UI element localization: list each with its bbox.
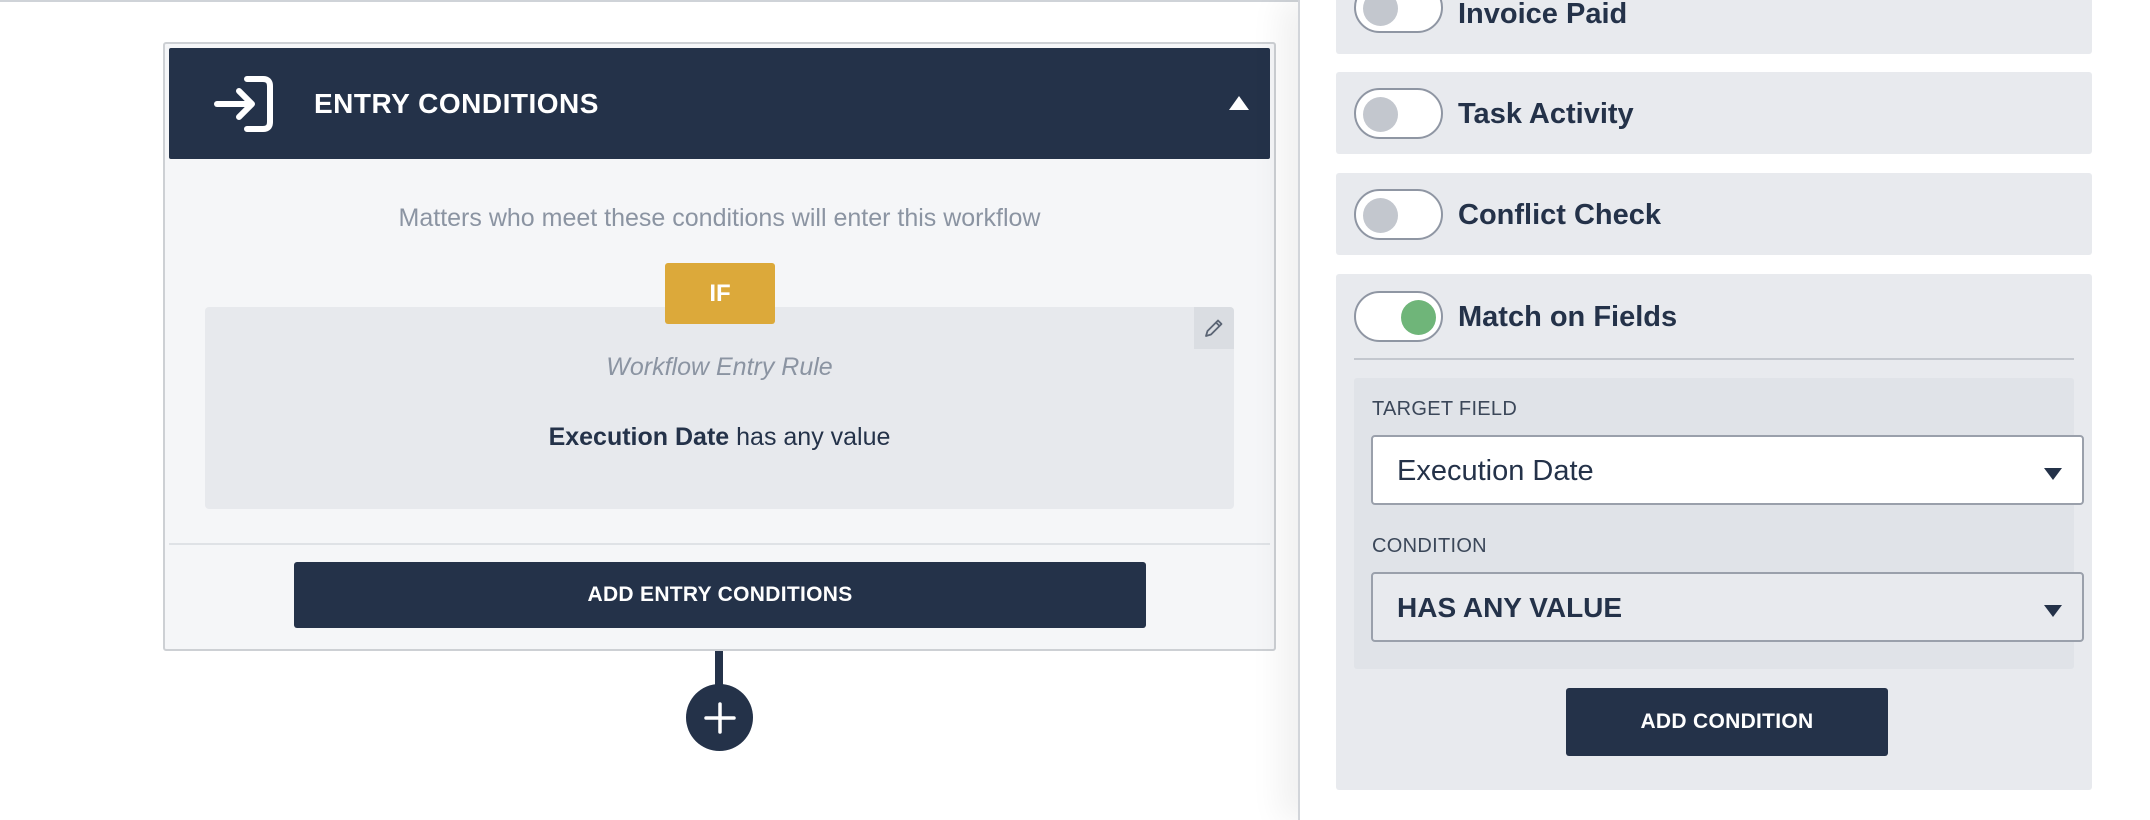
toggle-knob — [1401, 300, 1436, 335]
trigger-label: Match on Fields — [1458, 301, 1678, 333]
match-fields-divider — [1354, 358, 2074, 360]
pencil-icon — [1205, 319, 1223, 337]
target-field-select[interactable]: Execution Date — [1371, 435, 2084, 505]
add-condition-button[interactable]: ADD CONDITION — [1566, 688, 1888, 756]
invoice-paid-toggle[interactable] — [1354, 0, 1443, 33]
rule-field: Execution Date — [548, 423, 730, 451]
rule-name: Workflow Entry Rule — [606, 353, 833, 381]
match-on-fields-toggle[interactable] — [1354, 291, 1443, 342]
rule-condition: has any value — [736, 423, 891, 451]
sign-in-icon — [214, 76, 273, 132]
toggle-knob — [1363, 97, 1398, 132]
trigger-label: Task Activity — [1458, 98, 1634, 130]
condition-select[interactable]: HAS ANY VALUE — [1371, 572, 2084, 642]
condition-label: CONDITION — [1372, 535, 1487, 557]
trigger-label: Conflict Check — [1458, 199, 1662, 231]
entry-conditions-card: ENTRY CONDITIONS Matters who meet these … — [163, 42, 1276, 651]
entry-conditions-title: ENTRY CONDITIONS — [314, 88, 599, 119]
trigger-invoice-paid: Invoice Paid — [1336, 0, 2092, 54]
target-field-value: Execution Date — [1397, 455, 1594, 487]
chevron-down-icon — [2044, 468, 2062, 480]
add-step-button[interactable] — [686, 684, 753, 751]
add-entry-conditions-button[interactable]: ADD ENTRY CONDITIONS — [294, 562, 1146, 628]
entry-conditions-header[interactable]: ENTRY CONDITIONS — [169, 48, 1270, 159]
collapse-caret-icon[interactable] — [1229, 96, 1249, 110]
rule-summary: Execution Date has any value — [205, 423, 1234, 452]
target-field-label: TARGET FIELD — [1372, 398, 1518, 420]
trigger-settings-panel: Invoice Paid Task Activity Conflict Chec… — [1298, 0, 2150, 820]
edit-rule-button[interactable] — [1194, 307, 1234, 349]
condition-value: HAS ANY VALUE — [1397, 592, 1623, 623]
task-activity-toggle[interactable] — [1354, 88, 1443, 139]
condition-group: TARGET FIELD Execution Date CONDITION HA… — [1354, 378, 2084, 669]
entry-card-divider — [169, 543, 1270, 545]
if-badge: IF — [665, 263, 775, 324]
conflict-check-toggle[interactable] — [1354, 189, 1443, 240]
trigger-task-activity: Task Activity — [1336, 72, 2092, 154]
entry-conditions-description: Matters who meet these conditions will e… — [398, 204, 1041, 232]
chevron-down-icon — [2044, 605, 2062, 617]
plus-icon — [703, 701, 736, 734]
toggle-knob — [1363, 0, 1398, 26]
top-divider — [0, 0, 1300, 4]
trigger-conflict-check: Conflict Check — [1336, 173, 2092, 255]
trigger-label: Invoice Paid — [1458, 0, 1628, 30]
entry-rule-box: Workflow Entry Rule Execution Date has a… — [205, 307, 1234, 509]
toggle-knob — [1363, 198, 1398, 233]
